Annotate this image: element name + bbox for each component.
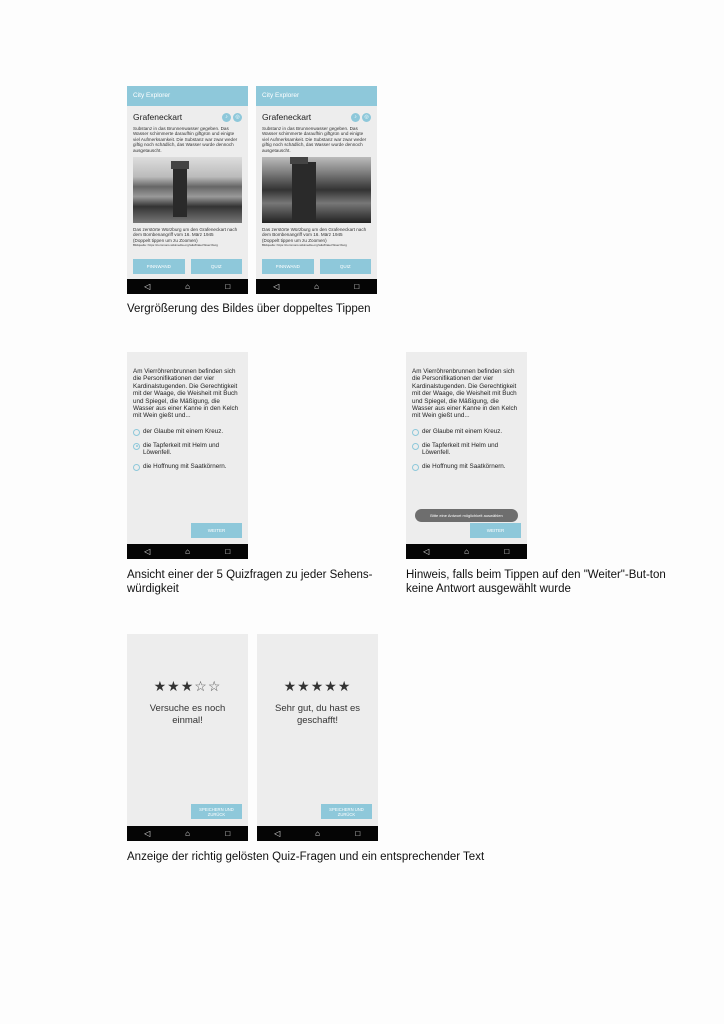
caption-zoom: Vergrößerung des Bildes über doppeltes T… [127,303,371,315]
star-empty-icon: ☆ [207,678,222,694]
result-text: Sehr gut, du hast es geschafft! [274,703,361,726]
home-icon[interactable]: ⌂ [177,279,197,294]
photo-source: Bildquelle: https://commons.wikimedia.or… [262,243,347,248]
recent-apps-icon[interactable]: □ [497,544,517,559]
quiz-button[interactable]: QUIZ [319,259,371,274]
map-icon[interactable]: ◎ [362,112,371,122]
android-nav-bar: ◁ ⌂ □ [127,826,248,841]
description-text: Substanz in das Brunnenwasser gegeben. D… [133,126,238,153]
next-button[interactable]: WEITER [470,523,521,538]
star-filled-icon: ★ [337,678,352,694]
photo-caption: Das zerstörte Würzburg um den Grafenecka… [133,227,238,238]
quiz-option[interactable]: der Glaube mit einem Kreuz. [127,428,248,436]
home-icon[interactable]: ⌂ [177,826,197,841]
quiz-question: Am Vierröhrenbrunnen befinden sich die P… [412,368,518,420]
app-bar: City Explorer [127,86,248,106]
star-filled-icon: ★ [153,678,168,694]
star-rating: ★★★☆☆ [127,678,248,695]
radio-button[interactable] [412,428,419,436]
caption-quiz-view: Ansicht einer der 5 Quizfragen zu jeder … [127,569,373,595]
description-text: Substanz in das Brunnenwasser gegeben. D… [262,126,367,153]
app-title: City Explorer [133,92,171,99]
phone-result-low: ★★★☆☆ Versuche es noch einmal! SPEICHERN… [127,634,248,841]
star-filled-icon: ★ [283,678,298,694]
audio-icon[interactable]: ♪ [351,112,360,122]
next-button[interactable]: WEITER [191,523,242,538]
home-icon[interactable]: ⌂ [177,544,197,559]
app-bar: City Explorer [256,86,377,106]
quiz-option[interactable]: der Glaube mit einem Kreuz. [406,428,527,436]
back-icon[interactable]: ◁ [416,544,436,559]
phone-quiz-hint: Am Vierröhrenbrunnen befinden sich die P… [406,352,527,559]
radio-button-selected[interactable] [133,442,140,450]
star-empty-icon: ☆ [194,678,208,694]
back-icon[interactable]: ◁ [267,826,287,841]
recent-apps-icon[interactable]: □ [218,826,238,841]
quiz-question: Am Vierröhrenbrunnen befinden sich die P… [133,368,239,420]
phone-result-high: ★★★★★ Sehr gut, du hast es geschafft! SP… [257,634,378,841]
save-and-back-button[interactable]: SPEICHERN UND ZURÜCK [321,804,372,819]
star-filled-icon: ★ [167,678,181,694]
phone-detail-normal: City Explorer Grafeneckart ♪ ◎ Substanz i… [127,86,248,294]
star-rating: ★★★★★ [257,678,378,695]
android-nav-bar: ◁ ⌂ □ [257,826,378,841]
star-filled-icon: ★ [310,678,325,694]
caption-results: Anzeige der richtig gelösten Quiz-Fragen… [127,851,485,863]
result-text: Versuche es noch einmal! [149,703,226,726]
star-filled-icon: ★ [297,678,311,694]
pinboard-button[interactable]: PINNWAND [133,259,185,274]
recent-apps-icon[interactable]: □ [218,279,238,294]
back-icon[interactable]: ◁ [266,279,286,294]
photo-caption: Das zerstörte Würzburg um den Grafenecka… [262,227,367,238]
phone-quiz: Am Vierröhrenbrunnen befinden sich die P… [127,352,248,559]
recent-apps-icon[interactable]: □ [347,279,367,294]
back-icon[interactable]: ◁ [137,826,157,841]
poi-title: Grafeneckart [262,112,312,122]
map-icon[interactable]: ◎ [233,112,242,122]
quiz-button[interactable]: QUIZ [190,259,242,274]
recent-apps-icon[interactable]: □ [348,826,368,841]
photo-source: Bildquelle: https://commons.wikimedia.or… [133,243,218,248]
audio-icon[interactable]: ♪ [222,112,231,122]
quiz-option[interactable]: die Tapferkeit mit Helm und Löwenfell. [406,442,527,457]
quiz-option[interactable]: die Tapferkeit mit Helm und Löwenfell. [127,442,248,457]
hint-toast: Bitte eine Antwort möglichkeit auswählen [415,509,518,522]
home-icon[interactable]: ⌂ [456,544,476,559]
star-filled-icon: ★ [324,678,338,694]
back-icon[interactable]: ◁ [137,279,157,294]
radio-button[interactable] [412,442,419,450]
android-nav-bar: ◁ ⌂ □ [406,544,527,559]
radio-button[interactable] [133,463,140,471]
caption-hint: Hinweis, falls beim Tippen auf den "Weit… [406,569,666,595]
star-filled-icon: ★ [180,678,195,694]
android-nav-bar: ◁ ⌂ □ [127,279,248,294]
recent-apps-icon[interactable]: □ [218,544,238,559]
historic-photo[interactable] [133,157,242,224]
poi-title: Grafeneckart [133,112,183,122]
historic-photo-zoomed[interactable] [262,157,371,224]
home-icon[interactable]: ⌂ [307,826,327,841]
home-icon[interactable]: ⌂ [306,279,326,294]
quiz-option[interactable]: die Hoffnung mit Saatkörnern. [127,463,248,471]
android-nav-bar: ◁ ⌂ □ [256,279,377,294]
save-and-back-button[interactable]: SPEICHERN UND ZURÜCK [191,804,242,819]
phone-detail-zoomed: City Explorer Grafeneckart ♪ ◎ Substanz i… [256,86,377,294]
back-icon[interactable]: ◁ [137,544,157,559]
radio-button[interactable] [412,463,419,471]
app-title: City Explorer [262,92,300,99]
pinboard-button[interactable]: PINNWAND [262,259,314,274]
quiz-option[interactable]: die Hoffnung mit Saatkörnern. [406,463,527,471]
radio-button[interactable] [133,428,140,436]
android-nav-bar: ◁ ⌂ □ [127,544,248,559]
